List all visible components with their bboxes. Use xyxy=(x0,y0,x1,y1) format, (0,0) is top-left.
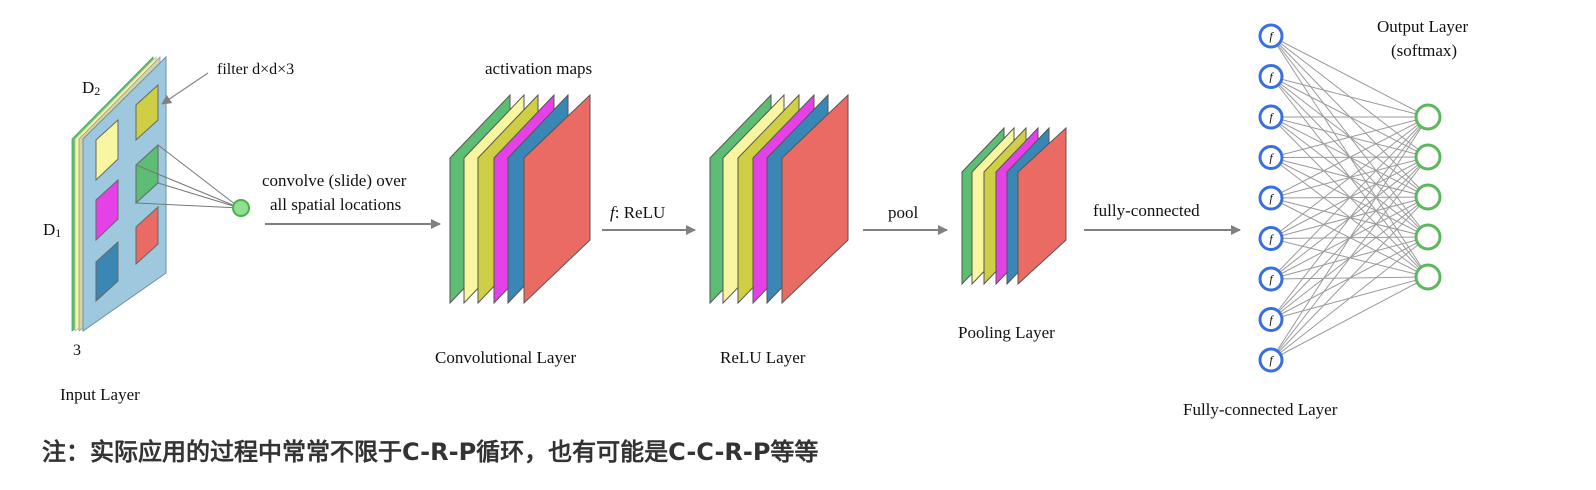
pooling-layer-label: Pooling Layer xyxy=(958,323,1055,342)
fc-input-neurons: fffffffff xyxy=(1258,23,1284,373)
fc-input-neuron: f xyxy=(1258,145,1284,170)
fc-input-neuron: f xyxy=(1258,307,1284,332)
conv-layer-label: Convolutional Layer xyxy=(435,348,577,367)
convolve-label-line2: all spatial locations xyxy=(270,195,401,214)
fc-connection xyxy=(1270,236,1429,361)
output-neuron-dot xyxy=(232,199,250,217)
fc-output-neuron xyxy=(1414,143,1442,171)
fc-input-neuron: f xyxy=(1258,266,1284,292)
dim-d1-label: D1 xyxy=(43,220,61,240)
depth-label: 3 xyxy=(73,342,81,359)
fc-input-neuron: f xyxy=(1258,23,1284,49)
fc-input-neuron: f xyxy=(1258,104,1284,130)
relu-layer-label: ReLU Layer xyxy=(720,348,806,367)
fc-output-neuron xyxy=(1414,183,1442,211)
fc-output-neurons xyxy=(1414,103,1442,291)
fully-connected-label: fully-connected xyxy=(1093,201,1200,220)
output-layer-label-line1: Output Layer xyxy=(1377,17,1468,36)
fc-input-neuron: f xyxy=(1258,347,1284,373)
output-layer-label-line2: (softmax) xyxy=(1391,41,1457,60)
relu-label: f: ReLU xyxy=(610,203,665,222)
fc-connection xyxy=(1270,76,1429,118)
input-volume xyxy=(71,55,167,332)
activation-maps-label: activation maps xyxy=(485,59,592,78)
filter-label: filter d×d×3 xyxy=(217,61,294,78)
fc-input-neuron: f xyxy=(1258,185,1284,211)
cnn-diagram: filter d×d×3 D2 D1 3 Input Layer convolv… xyxy=(43,17,1468,419)
fc-output-neuron xyxy=(1414,223,1442,251)
fc-output-neuron xyxy=(1414,103,1442,131)
fc-input-neuron: f xyxy=(1258,226,1284,251)
pool-label: pool xyxy=(888,203,919,222)
fc-layer-label: Fully-connected Layer xyxy=(1183,400,1338,419)
conv-layer-stack xyxy=(449,93,591,305)
dim-d2-label: D2 xyxy=(82,78,100,98)
pooling-layer-stack xyxy=(961,126,1067,286)
convolve-label-line1: convolve (slide) over xyxy=(262,171,407,190)
filter-pointer xyxy=(161,72,209,105)
input-layer-label: Input Layer xyxy=(60,385,140,404)
footnote: 注：实际应用的过程中常常不限于C-R-P循环，也有可能是C-C-R-P等等 xyxy=(42,438,819,466)
relu-layer-stack xyxy=(709,93,849,305)
fc-output-neuron xyxy=(1414,263,1442,291)
fc-connections xyxy=(1270,35,1429,361)
fc-input-neuron: f xyxy=(1258,64,1284,89)
